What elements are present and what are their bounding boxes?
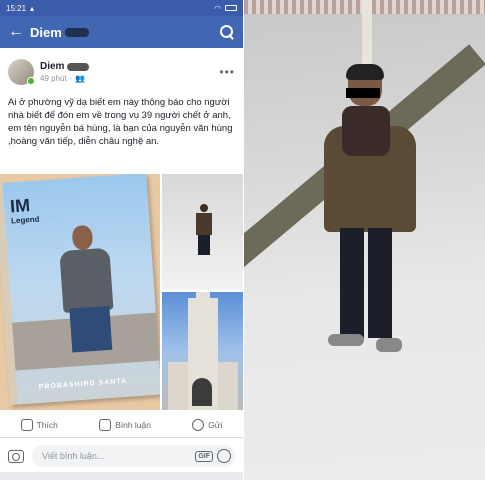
top-nav: ← Diem (0, 16, 243, 48)
like-button[interactable]: Thích (20, 418, 58, 431)
friends-privacy-icon: 👥 (75, 74, 86, 83)
photo-snow-man[interactable] (162, 174, 243, 290)
post-header: Diem 49 phút · 👥 ••• (0, 48, 243, 92)
more-options-icon[interactable]: ••• (219, 65, 235, 79)
comment-bar: Viết bình luận... GIF (0, 442, 243, 470)
comment-placeholder: Viết bình luận... (42, 451, 105, 461)
comment-button[interactable]: Bình luận (99, 418, 151, 431)
bottom-edge (0, 472, 243, 480)
share-label: Gửi (208, 419, 223, 430)
face-censor-bar (346, 88, 380, 98)
comment-label: Bình luận (115, 419, 151, 430)
standing-person (316, 64, 436, 366)
church-door (192, 378, 212, 406)
book-title: IM (9, 195, 31, 217)
book-subtitle: Legend (10, 214, 40, 226)
right-leg (368, 228, 392, 338)
nav-title-text: Diem (30, 24, 62, 40)
avatar[interactable] (8, 59, 35, 85)
back-arrow-icon[interactable]: ← (8, 23, 30, 41)
wifi-icon: ◠ (214, 3, 221, 13)
post-time: 49 phút (40, 74, 67, 83)
scarf (342, 106, 390, 156)
status-time: 15:21 (6, 3, 27, 13)
dot-separator: · (69, 74, 73, 83)
snow-photo (244, 0, 485, 480)
name-redaction (64, 27, 89, 37)
status-bar: 15:21 ▴ ◠ (0, 0, 243, 16)
comment-input[interactable]: Viết bình luận... GIF (32, 445, 235, 467)
camera-icon[interactable] (8, 449, 24, 463)
photo-grid: IM Legend PROBASHIRD SANTA (0, 174, 243, 410)
post-actions: Thích Bình luận Gửi (0, 412, 243, 438)
author-block: Diem 49 phút · 👥 (40, 61, 219, 83)
signal-icon: ▴ (30, 3, 35, 13)
book-author-line: PROBASHIRD SANTA (38, 377, 128, 391)
book-figure-legs (69, 305, 113, 353)
author-name-redaction (67, 62, 90, 71)
comment-icon (99, 418, 112, 431)
author-name[interactable]: Diem (40, 61, 64, 72)
battery-icon (225, 5, 237, 11)
page-title: Diem (30, 25, 219, 40)
right-shoe (376, 338, 402, 352)
photo-church-tower[interactable] (162, 292, 243, 410)
like-label: Thích (36, 419, 58, 430)
gif-button[interactable]: GIF (195, 450, 213, 462)
emoji-icon[interactable] (217, 449, 231, 463)
online-indicator (27, 77, 35, 85)
messenger-icon (192, 418, 205, 431)
facebook-post-screenshot: 15:21 ▴ ◠ ← Diem Diem 49 phút · 👥 ••• Ai ở … (0, 0, 243, 480)
book-cover: IM Legend PROBASHIRD SANTA (0, 174, 160, 406)
pole (362, 0, 372, 72)
book-figure-head (71, 224, 94, 251)
left-shoe (328, 334, 364, 346)
hair (346, 64, 384, 80)
photo-figure (196, 204, 212, 256)
thumbs-up-icon (20, 418, 33, 431)
photo-book-cover[interactable]: IM Legend PROBASHIRD SANTA (0, 174, 160, 410)
share-button[interactable]: Gửi (192, 418, 223, 431)
book-figure-body (59, 247, 114, 314)
search-icon[interactable] (219, 24, 235, 40)
post-text: Ai ở phường vỹ dạ biết em này thông báo … (8, 97, 233, 147)
left-leg (340, 228, 364, 338)
